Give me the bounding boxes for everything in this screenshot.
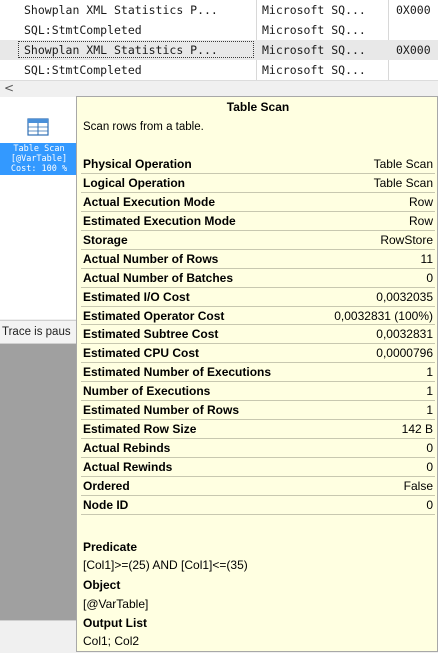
property-row: Estimated Execution Mode Row	[81, 212, 435, 231]
property-value: RowStore	[380, 232, 433, 247]
property-value: 142 B	[401, 422, 433, 437]
property-value: 0	[426, 441, 433, 456]
property-value: False	[403, 478, 433, 493]
table-row[interactable]: SQL:StmtCompleted Microsoft SQ...	[0, 60, 438, 80]
property-row: Physical Operation Table Scan	[81, 155, 435, 174]
trace-status-bar: Trace is paus	[0, 320, 82, 344]
property-value: 11	[420, 251, 433, 266]
event-class-cell: SQL:StmtCompleted	[24, 63, 142, 77]
trace-events-grid[interactable]: Showplan XML Statistics P... Microsoft S…	[0, 0, 438, 80]
property-value: 0,0032831	[376, 327, 433, 342]
property-value: 0	[426, 497, 433, 512]
property-value: Row	[408, 213, 433, 228]
property-value: 0	[426, 460, 433, 474]
property-value: 0,0000796	[376, 346, 433, 361]
property-row: Actual Number of Rows 11	[81, 250, 435, 269]
property-row: Storage RowStore	[81, 231, 435, 250]
operator-cost: Cost: 100 %	[10, 164, 68, 174]
property-key: Estimated Operator Cost	[83, 308, 225, 323]
property-key: Estimated Number of Rows	[83, 403, 240, 418]
property-row: Actual Number of Batches 0	[81, 269, 435, 288]
property-value: Table Scan	[373, 157, 433, 171]
property-key: Number of Executions	[83, 384, 211, 399]
property-key: Actual Rebinds	[83, 441, 171, 456]
property-row: Node ID 0	[81, 496, 435, 515]
property-row: Actual Rebinds 0	[81, 439, 435, 458]
operator-label[interactable]: Table Scan [@VarTable] Cost: 100 %	[0, 143, 78, 175]
object-value: [@VarTable]	[83, 597, 149, 611]
application-cell: Microsoft SQ...	[262, 23, 366, 37]
property-key: Ordered	[83, 478, 130, 493]
property-key: Node ID	[83, 497, 129, 512]
table-row[interactable]: Showplan XML Statistics P... Microsoft S…	[0, 0, 438, 20]
operator-name: Table Scan	[13, 144, 65, 154]
property-value: 1	[426, 365, 433, 380]
property-value: Table Scan	[373, 175, 433, 190]
property-value: 0,0032035	[376, 289, 433, 304]
property-value: 1	[426, 403, 433, 418]
tooltip-title: Table Scan	[226, 100, 290, 114]
property-value: Row	[408, 194, 433, 209]
output-list-heading: Output List	[83, 616, 147, 630]
binary-data-cell: 0X000	[396, 3, 431, 17]
property-key: Storage	[83, 232, 128, 247]
output-list-value: Col1; Col2	[83, 634, 140, 648]
property-row: Estimated Row Size 142 B	[81, 420, 435, 440]
table-row-selected[interactable]: Showplan XML Statistics P... Microsoft S…	[0, 40, 438, 60]
property-row: Estimated CPU Cost 0,0000796	[81, 344, 435, 364]
property-row: Estimated Number of Executions 1	[81, 363, 435, 383]
application-cell: Microsoft SQ...	[262, 63, 366, 77]
property-row: Estimated Operator Cost 0,0032831 (100%)	[81, 307, 435, 326]
property-key: Physical Operation	[83, 157, 192, 171]
property-key: Estimated CPU Cost	[83, 346, 200, 361]
property-key: Actual Execution Mode	[83, 194, 216, 209]
scroll-left-arrow-icon[interactable]: <	[4, 81, 14, 95]
property-key: Estimated Execution Mode	[83, 213, 236, 228]
property-value: 0	[426, 270, 433, 285]
bottom-strip	[0, 620, 80, 653]
property-row: Logical Operation Table Scan	[81, 174, 435, 193]
property-key: Estimated Number of Executions	[83, 365, 272, 380]
binary-data-cell: 0X000	[396, 43, 431, 57]
horizontal-scrollbar[interactable]: <	[0, 80, 438, 97]
predicate-value: [Col1]>=(25) AND [Col1]<=(35)	[83, 558, 248, 572]
property-key: Actual Number of Batches	[83, 270, 234, 285]
application-cell: Microsoft SQ...	[262, 43, 366, 57]
property-value: 1	[426, 384, 433, 399]
operator-tooltip: Table Scan Scan rows from a table. Physi…	[76, 96, 438, 652]
application-cell: Microsoft SQ...	[262, 3, 366, 17]
table-scan-icon[interactable]	[27, 118, 49, 136]
property-row: Estimated I/O Cost 0,0032035	[81, 288, 435, 307]
event-class-cell: SQL:StmtCompleted	[24, 23, 142, 37]
property-key: Estimated I/O Cost	[83, 289, 190, 304]
object-heading: Object	[83, 578, 121, 592]
property-row: Number of Executions 1	[81, 382, 435, 402]
predicate-heading: Predicate	[83, 540, 138, 554]
property-row: Actual Rewinds 0	[81, 458, 435, 477]
property-key: Actual Rewinds	[83, 460, 173, 474]
property-row: Estimated Number of Rows 1	[81, 401, 435, 421]
event-class-cell: Showplan XML Statistics P...	[24, 43, 218, 57]
property-key: Estimated Row Size	[83, 422, 197, 437]
property-key: Logical Operation	[83, 175, 186, 190]
event-class-cell: Showplan XML Statistics P...	[24, 3, 218, 17]
operator-object: [@VarTable]	[10, 154, 68, 164]
tooltip-description: Scan rows from a table.	[83, 121, 204, 133]
property-row: Ordered False	[81, 477, 435, 496]
property-row: Estimated Subtree Cost 0,0032831	[81, 325, 435, 345]
empty-pane	[0, 344, 80, 620]
property-value: 0,0032831 (100%)	[334, 308, 433, 323]
property-key: Actual Number of Rows	[83, 251, 219, 266]
property-key: Estimated Subtree Cost	[83, 327, 219, 342]
table-row[interactable]: SQL:StmtCompleted Microsoft SQ...	[0, 20, 438, 40]
property-row: Actual Execution Mode Row	[81, 193, 435, 212]
execution-plan-area[interactable]: Table Scan [@VarTable] Cost: 100 %	[0, 97, 80, 319]
property-list: Physical Operation Table Scan Logical Ope…	[81, 155, 435, 515]
